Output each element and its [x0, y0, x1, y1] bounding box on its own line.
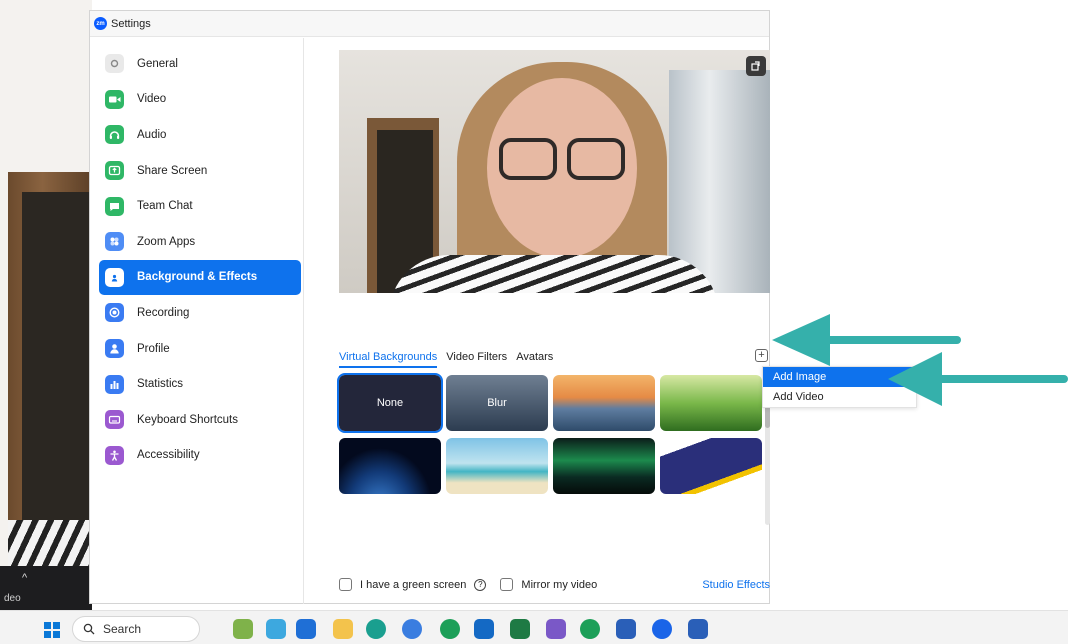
- add-background-button[interactable]: +: [755, 349, 768, 362]
- sidebar-item-label: Statistics: [137, 378, 184, 391]
- annotation-arrow-add-image: [888, 352, 1068, 406]
- sidebar-item-audio[interactable]: Audio: [99, 117, 301, 153]
- background-tile-bridge[interactable]: [553, 375, 655, 431]
- video-preview: [339, 50, 770, 293]
- sidebar-item-label: Profile: [137, 342, 170, 355]
- sidebar-item-label: Recording: [137, 306, 190, 319]
- taskbar-app-icon[interactable]: [546, 619, 566, 639]
- background-tile-blur[interactable]: Blur: [446, 375, 548, 431]
- accessibility-icon: [105, 445, 124, 465]
- preview-options: I have a green screen ? Mirror my video …: [339, 578, 770, 591]
- studio-effects-link[interactable]: Studio Effects: [702, 579, 770, 591]
- sidebar-item-label: Video: [137, 93, 167, 106]
- taskbar-outlook-icon[interactable]: [474, 619, 494, 639]
- tile-label: Blur: [487, 397, 507, 409]
- background-right-area: [770, 0, 1068, 610]
- video-camera-icon: [105, 89, 124, 109]
- taskbar-excel-icon[interactable]: [510, 619, 530, 639]
- preview-person-shirt: [389, 255, 719, 293]
- mirror-video-label: Mirror my video: [521, 578, 598, 591]
- background-tabs: Virtual Backgrounds Video Filters Avatar…: [339, 351, 553, 368]
- preview-glasses-left: [499, 138, 557, 180]
- background-gallery: None Blur: [337, 373, 769, 494]
- background-effects-panel: Virtual Backgrounds Video Filters Avatar…: [305, 38, 770, 604]
- chat-icon: [105, 196, 124, 216]
- sidebar-item-statistics[interactable]: Statistics: [99, 366, 301, 402]
- background-tile-beach[interactable]: [446, 438, 548, 494]
- settings-window: zm Settings General Video Audio Share Scree…: [89, 10, 770, 604]
- settings-sidebar: General Video Audio Share Screen Team Chat Zo…: [90, 38, 304, 604]
- headphones-icon: [105, 125, 124, 145]
- sidebar-item-label: Keyboard Shortcuts: [137, 413, 239, 426]
- taskbar-zoom-icon[interactable]: [652, 619, 672, 639]
- bar-chart-icon: [105, 374, 124, 394]
- background-tile-none[interactable]: None: [337, 373, 443, 433]
- sidebar-item-label: Team Chat: [137, 200, 193, 213]
- taskbar-edge-icon[interactable]: [366, 619, 386, 639]
- sidebar-item-accessibility[interactable]: Accessibility: [99, 438, 301, 474]
- sidebar-item-team-chat[interactable]: Team Chat: [99, 188, 301, 224]
- green-screen-checkbox[interactable]: [339, 578, 352, 591]
- taskbar-app-icon[interactable]: [580, 619, 600, 639]
- sidebar-item-label: Zoom Apps: [137, 235, 196, 248]
- sidebar-item-share-screen[interactable]: Share Screen: [99, 153, 301, 189]
- tab-video-filters[interactable]: Video Filters: [446, 351, 507, 368]
- taskbar-file-explorer-icon[interactable]: [333, 619, 353, 639]
- taskbar-word-icon[interactable]: [616, 619, 636, 639]
- green-screen-label: I have a green screen: [360, 578, 467, 591]
- tab-avatars[interactable]: Avatars: [516, 351, 553, 368]
- search-label: Search: [103, 622, 142, 636]
- window-title: Settings: [111, 17, 151, 30]
- sidebar-item-label: General: [137, 57, 178, 70]
- zoom-logo-icon: zm: [94, 17, 107, 30]
- sidebar-item-recording[interactable]: Recording: [99, 295, 301, 331]
- sidebar-item-label: Background & Effects: [137, 271, 258, 284]
- sidebar-item-label: Audio: [137, 128, 167, 141]
- record-icon: [105, 303, 124, 323]
- gear-icon: [105, 54, 124, 74]
- taskbar-app-icon[interactable]: [440, 619, 460, 639]
- rotate-camera-button[interactable]: [746, 56, 766, 76]
- sidebar-item-video[interactable]: Video: [99, 82, 301, 118]
- tab-virtual-backgrounds[interactable]: Virtual Backgrounds: [339, 351, 438, 368]
- keyboard-icon: [105, 410, 124, 430]
- help-icon[interactable]: ?: [474, 578, 487, 591]
- preview-glasses-right: [567, 138, 625, 180]
- background-picture-frame-inner: [22, 192, 92, 552]
- sidebar-item-zoom-apps[interactable]: Zoom Apps: [99, 224, 301, 260]
- tile-label: None: [376, 397, 404, 409]
- apps-icon: [105, 232, 124, 252]
- person-background-icon: [105, 267, 124, 287]
- background-tile-grass[interactable]: [660, 375, 762, 431]
- profile-icon: [105, 339, 124, 359]
- share-screen-icon: [105, 161, 124, 181]
- sidebar-item-label: Share Screen: [137, 164, 208, 177]
- background-tile-earth[interactable]: [339, 438, 441, 494]
- taskbar-app-icon[interactable]: [296, 619, 316, 639]
- sidebar-item-background-and-effects[interactable]: Background & Effects: [99, 259, 301, 296]
- taskbar-chrome-icon[interactable]: [402, 619, 422, 639]
- sidebar-item-profile[interactable]: Profile: [99, 331, 301, 367]
- rotate-icon: [751, 61, 760, 71]
- background-tile-abstract[interactable]: [660, 438, 762, 494]
- title-bar: zm Settings: [90, 11, 769, 37]
- sidebar-item-general[interactable]: General: [99, 46, 301, 82]
- windows-start-icon[interactable]: [44, 622, 60, 638]
- taskbar-app-icon[interactable]: [688, 619, 708, 639]
- search-icon: [83, 623, 95, 635]
- background-partial-label: deo: [4, 593, 21, 604]
- taskbar-app-icon[interactable]: [233, 619, 253, 639]
- taskbar-app-icon[interactable]: [266, 619, 286, 639]
- mirror-video-checkbox[interactable]: [500, 578, 514, 591]
- sidebar-item-label: Accessibility: [137, 449, 200, 462]
- chevron-up-icon[interactable]: ^: [22, 572, 27, 584]
- taskbar-search[interactable]: Search: [72, 616, 200, 642]
- background-tile-aurora[interactable]: [553, 438, 655, 494]
- sidebar-item-keyboard-shortcuts[interactable]: Keyboard Shortcuts: [99, 402, 301, 438]
- windows-taskbar: Search: [0, 610, 1068, 644]
